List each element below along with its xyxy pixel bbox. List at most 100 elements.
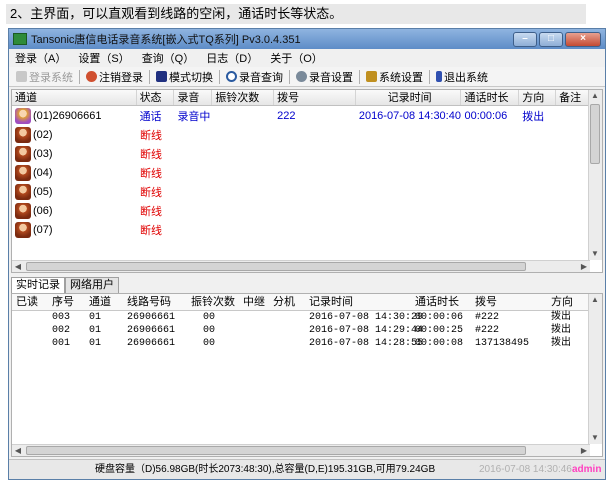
channel-time: 2016-07-08 14:30:40 — [358, 109, 461, 122]
minimize-button[interactable]: – — [513, 31, 537, 47]
col-duration[interactable]: 通话时长 — [411, 294, 471, 310]
channel-status: 断线 — [140, 224, 162, 237]
mode-switch-button[interactable]: 模式切换 — [153, 68, 216, 86]
channel-label: (02) — [33, 128, 53, 141]
scroll-thumb[interactable] — [26, 446, 526, 455]
scroll-left-icon[interactable]: ◀ — [12, 261, 24, 272]
login-button[interactable]: 登录系统 — [13, 68, 76, 86]
mode-switch-label: 模式切换 — [169, 71, 213, 84]
col-ring[interactable]: 振铃次数 — [212, 90, 275, 105]
scroll-thumb[interactable] — [590, 104, 600, 164]
col-direction[interactable]: 方向 — [547, 294, 587, 310]
logout-label: 注销登录 — [99, 71, 143, 84]
channel-row[interactable]: (06) 断线 — [12, 201, 602, 220]
log-read — [12, 311, 48, 324]
menu-bar: 登录（A） 设置（S） 查询（Q） 日志（D） 关于（O） — [9, 49, 605, 67]
col-record[interactable]: 录音 — [174, 90, 213, 105]
tools-icon — [366, 71, 377, 82]
log-row[interactable]: 002 01 26906661 00 2016-07-08 14:29:44 0… — [12, 324, 602, 337]
system-settings-label: 系统设置 — [379, 71, 423, 84]
scroll-thumb[interactable] — [26, 262, 526, 271]
record-query-label: 录音查询 — [239, 71, 283, 84]
channel-status: 断线 — [140, 186, 162, 199]
channel-horizontal-scrollbar[interactable]: ◀ ▶ — [12, 260, 590, 272]
scroll-left-icon[interactable]: ◀ — [12, 445, 24, 456]
log-relay — [239, 311, 269, 324]
log-direction: 拨出 — [551, 325, 571, 336]
channel-status: 断线 — [140, 167, 162, 180]
exit-button[interactable]: 退出系统 — [433, 68, 491, 86]
logout-button[interactable]: 注销登录 — [83, 68, 146, 86]
scroll-up-icon[interactable]: ▲ — [589, 294, 601, 306]
col-channel[interactable]: 通道 — [12, 90, 137, 105]
menu-login[interactable]: 登录（A） — [15, 50, 66, 66]
col-time[interactable]: 记录时间 — [305, 294, 411, 310]
close-button[interactable]: × — [565, 31, 601, 47]
log-ring: 00 — [203, 325, 216, 336]
scroll-down-icon[interactable]: ▼ — [589, 432, 601, 444]
log-row[interactable]: 001 01 26906661 00 2016-07-08 14:28:55 0… — [12, 337, 602, 350]
menu-query[interactable]: 查询（Q） — [142, 50, 195, 66]
log-direction: 拨出 — [551, 338, 571, 349]
channel-row[interactable]: (03) 断线 — [12, 144, 602, 163]
col-status[interactable]: 状态 — [137, 90, 175, 105]
tab-realtime[interactable]: 实时记录 — [11, 277, 65, 293]
col-extension[interactable]: 分机 — [269, 294, 305, 310]
disconnected-line-icon — [15, 183, 31, 200]
col-time[interactable]: 记录时间 — [356, 90, 462, 105]
col-line-number[interactable]: 线路号码 — [123, 294, 187, 310]
log-relay — [239, 337, 269, 350]
scroll-up-icon[interactable]: ▲ — [589, 90, 601, 102]
channel-row[interactable]: (02) 断线 — [12, 125, 602, 144]
system-settings-button[interactable]: 系统设置 — [363, 68, 426, 86]
tab-network-users[interactable]: 网络用户 — [65, 277, 119, 293]
col-direction[interactable]: 方向 — [519, 90, 557, 105]
menu-log[interactable]: 日志（D） — [206, 50, 258, 66]
log-horizontal-scrollbar[interactable]: ◀ ▶ — [12, 444, 590, 456]
log-tabs: 实时记录 网络用户 — [11, 277, 119, 293]
search-icon — [226, 71, 237, 82]
col-ring[interactable]: 振铃次数 — [187, 294, 239, 310]
scroll-right-icon[interactable]: ▶ — [578, 261, 590, 272]
log-dial: #222 — [475, 325, 500, 336]
log-channel: 01 — [89, 338, 102, 349]
col-seq[interactable]: 序号 — [48, 294, 85, 310]
log-ring: 00 — [203, 338, 216, 349]
channel-record: 录音中 — [177, 110, 211, 123]
log-row[interactable]: 003 01 26906661 00 2016-07-08 14:30:29 0… — [12, 311, 602, 324]
channel-row[interactable]: (01)26906661 通话 录音中 222 2016-07-08 14:30… — [12, 106, 602, 125]
scroll-right-icon[interactable]: ▶ — [578, 445, 590, 456]
title-bar[interactable]: Tansonic唐信电话录音系统[嵌入式TQ系列] Pv3.0.4.351 – … — [9, 29, 605, 49]
scroll-down-icon[interactable]: ▼ — [589, 248, 601, 260]
record-settings-button[interactable]: 录音设置 — [293, 68, 356, 86]
channel-row[interactable]: (04) 断线 — [12, 163, 602, 182]
menu-about[interactable]: 关于（O） — [270, 50, 323, 66]
toolbar-separator — [429, 69, 430, 84]
toolbar-separator — [359, 69, 360, 84]
disconnected-line-icon — [15, 164, 31, 181]
channel-vertical-scrollbar[interactable]: ▲ ▼ — [588, 90, 602, 260]
key-icon — [16, 71, 27, 82]
col-relay[interactable]: 中继 — [239, 294, 269, 310]
log-vertical-scrollbar[interactable]: ▲ ▼ — [588, 294, 602, 444]
col-dial[interactable]: 拨号 — [471, 294, 547, 310]
channel-label: (07) — [33, 223, 53, 236]
switch-icon — [156, 71, 167, 82]
col-channel[interactable]: 通道 — [85, 294, 123, 310]
channel-duration: 00:00:06 — [464, 109, 508, 122]
channel-label: (04) — [33, 166, 53, 179]
menu-settings[interactable]: 设置（S） — [78, 50, 129, 66]
log-channel: 01 — [89, 325, 102, 336]
log-seq: 002 — [52, 325, 71, 336]
channel-dial: 222 — [277, 109, 296, 122]
log-grid: 已读 序号 通道 线路号码 振铃次数 中继 分机 记录时间 通话时长 拨号 方向… — [11, 293, 603, 457]
log-read — [12, 337, 48, 350]
maximize-button[interactable]: □ — [539, 31, 563, 47]
disconnected-line-icon — [15, 221, 31, 238]
col-duration[interactable]: 通话时长 — [461, 90, 520, 105]
channel-row[interactable]: (05) 断线 — [12, 182, 602, 201]
channel-row[interactable]: (07) 断线 — [12, 220, 602, 239]
col-read[interactable]: 已读 — [12, 294, 48, 310]
record-query-button[interactable]: 录音查询 — [223, 68, 286, 86]
col-dial[interactable]: 拨号 — [274, 90, 356, 105]
